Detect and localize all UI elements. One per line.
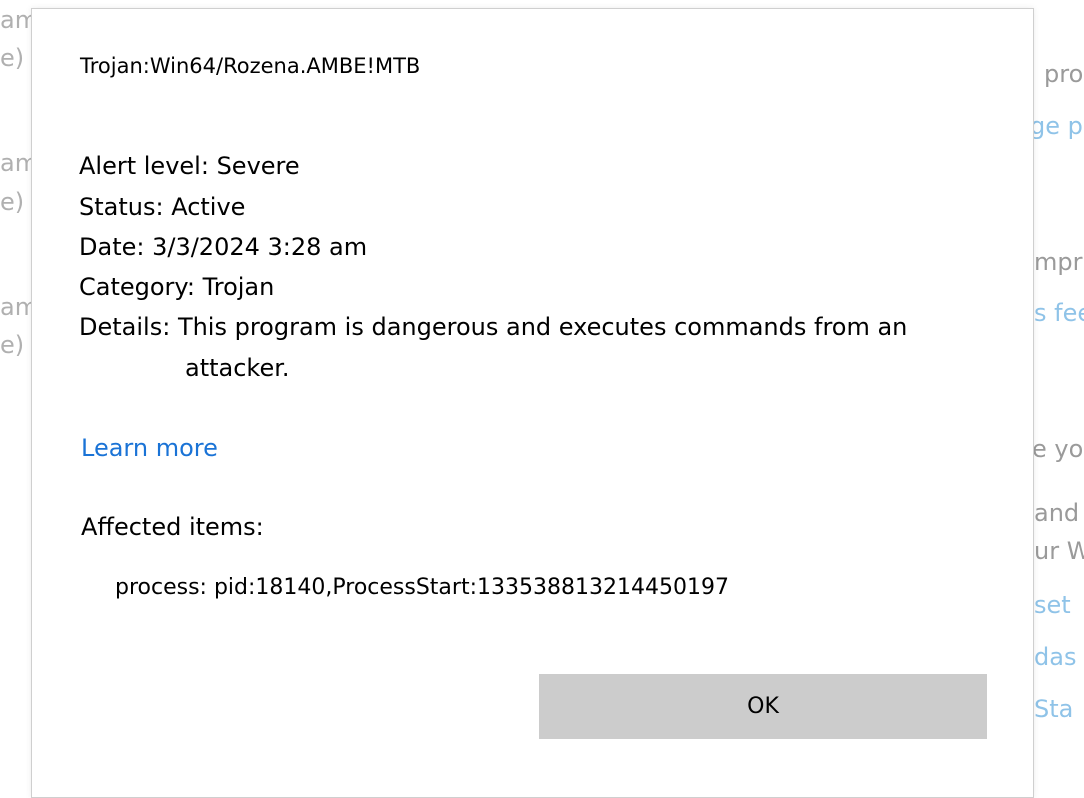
affected-item: process: pid:18140,ProcessStart:13353881… — [115, 575, 729, 600]
details-label: Details: — [79, 313, 171, 341]
affected-items-label: Affected items: — [81, 513, 264, 541]
date-row: Date: 3/3/2024 3:28 am — [79, 233, 367, 261]
date-value: 3/3/2024 3:28 am — [152, 233, 368, 261]
date-label: Date: — [79, 233, 145, 261]
bg-fragment: e) — [0, 331, 25, 359]
ok-button[interactable]: OK — [539, 674, 987, 739]
alert-level-value: Severe — [216, 152, 300, 180]
details-row: Details: This program is dangerous and e… — [79, 313, 907, 341]
threat-name: Trojan:Win64/Rozena.AMBE!MTB — [80, 54, 421, 78]
category-value: Trojan — [202, 273, 275, 301]
bg-link-fragment[interactable]: set — [1034, 593, 1071, 617]
threat-details-dialog: Trojan:Win64/Rozena.AMBE!MTB Alert level… — [31, 8, 1034, 798]
alert-level-row: Alert level: Severe — [79, 152, 300, 180]
bg-link-fragment[interactable]: Sta — [1034, 697, 1073, 721]
status-row: Status: Active — [79, 193, 245, 221]
bg-link-fragment[interactable]: s fee — [1034, 301, 1084, 325]
bg-fragment: ur W — [1034, 537, 1084, 565]
bg-fragment: mpr — [1034, 248, 1083, 276]
category-label: Category: — [79, 273, 195, 301]
details-value-line1: This program is dangerous and executes c… — [177, 313, 908, 341]
bg-link-fragment[interactable]: das — [1034, 645, 1076, 669]
alert-level-label: Alert level: — [79, 152, 209, 180]
bg-fragment: e) — [0, 44, 25, 72]
details-value-line2: attacker. — [185, 354, 290, 382]
bg-link-fragment[interactable]: ge pr — [1030, 114, 1084, 138]
bg-fragment: and — [1034, 499, 1080, 527]
category-row: Category: Trojan — [79, 273, 274, 301]
status-label: Status: — [79, 193, 164, 221]
status-value: Active — [171, 193, 246, 221]
learn-more-link[interactable]: Learn more — [81, 434, 218, 462]
bg-fragment: e yo — [1032, 435, 1084, 463]
bg-fragment: e) — [0, 188, 25, 216]
bg-fragment: pro — [1044, 60, 1084, 88]
